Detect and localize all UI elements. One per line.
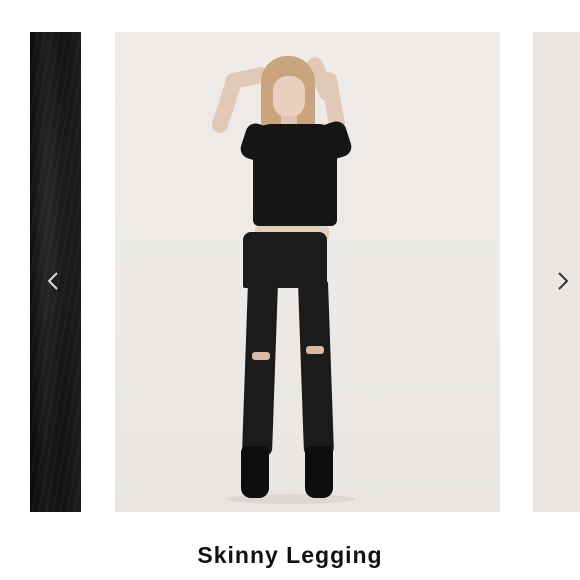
model-left-boot: [241, 446, 269, 498]
carousel-next-button[interactable]: [548, 266, 578, 296]
main-product-image[interactable]: [115, 32, 500, 512]
right-knee-rip: [306, 346, 324, 354]
model-left-leg: [241, 279, 279, 457]
model-left-arm: [209, 71, 245, 135]
model-black-tee: [253, 124, 337, 226]
chevron-right-icon: [558, 272, 569, 290]
model-right-boot: [305, 446, 333, 498]
model-right-leg: [297, 279, 335, 457]
left-knee-rip: [252, 352, 270, 360]
product-image-carousel[interactable]: [0, 0, 580, 520]
product-title: Skinny Legging: [197, 542, 383, 568]
chevron-left-icon: [47, 272, 58, 290]
model-face: [273, 76, 305, 118]
carousel-prev-button[interactable]: [38, 266, 68, 296]
